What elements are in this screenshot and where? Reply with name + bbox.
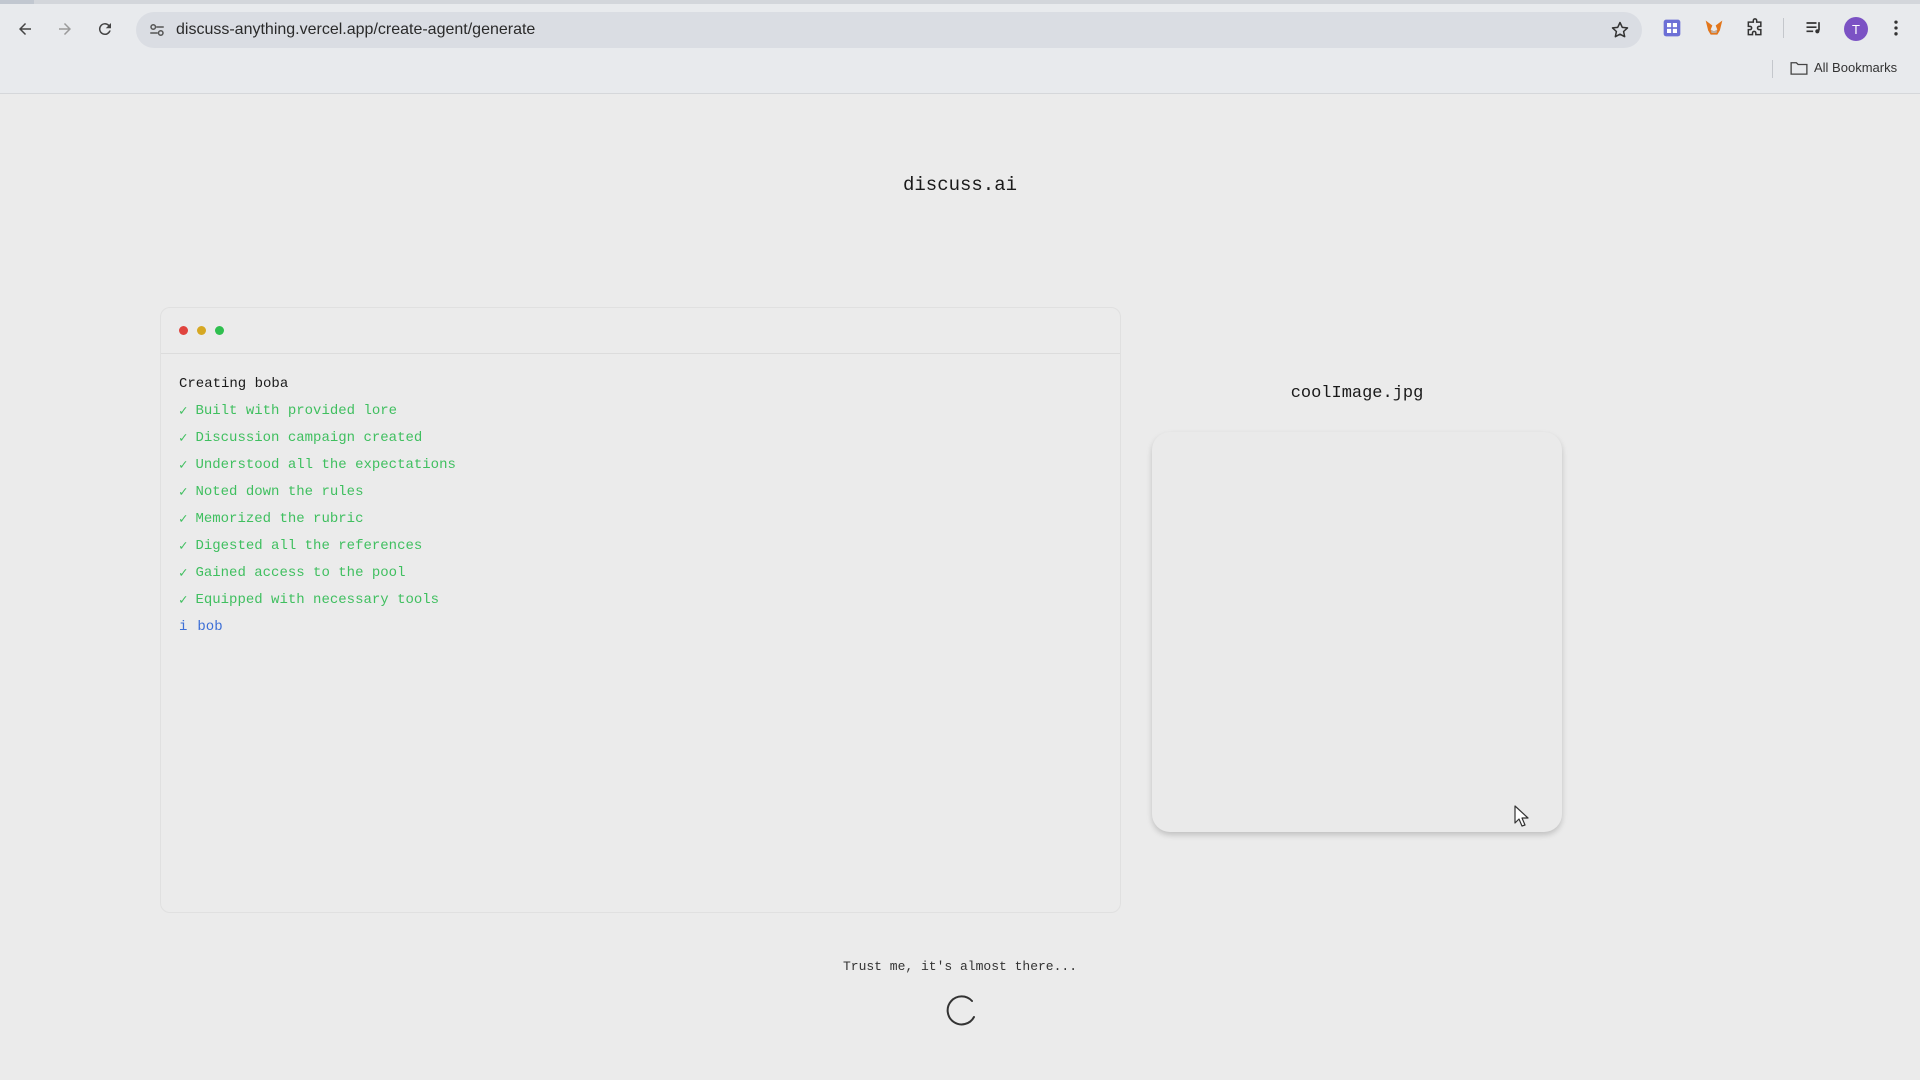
- browser-toolbar: discuss-anything.vercel.app/create-agent…: [0, 0, 1920, 94]
- info-text: bob: [197, 619, 223, 635]
- check-icon: ✓: [179, 593, 188, 609]
- steps-list: ✓ Built with provided lore ✓ Discussion cam…: [179, 403, 1102, 619]
- step-label: Understood all the expectations: [195, 457, 456, 473]
- browser-menu-icon[interactable]: [1884, 16, 1908, 40]
- extension-grid-icon[interactable]: [1660, 16, 1684, 40]
- folder-icon: [1790, 61, 1808, 75]
- address-bar[interactable]: discuss-anything.vercel.app/create-agent…: [136, 12, 1642, 48]
- image-preview-card: [1152, 432, 1562, 832]
- toolbar-divider: [1783, 18, 1784, 38]
- loading-spinner-icon: [946, 995, 975, 1026]
- yellow-dot-icon: [197, 326, 206, 335]
- step-item: ✓ Equipped with necessary tools: [179, 592, 1102, 619]
- forward-button[interactable]: [50, 14, 80, 44]
- terminal-title: Creating boba: [179, 376, 289, 392]
- step-item: ✓ Memorized the rubric: [179, 511, 1102, 538]
- terminal-header: [161, 308, 1120, 354]
- check-icon: ✓: [179, 566, 188, 582]
- media-control-icon[interactable]: [1802, 16, 1826, 40]
- arrow-left-icon: [19, 23, 31, 35]
- check-icon: ✓: [179, 485, 188, 501]
- step-label: Discussion campaign created: [195, 430, 423, 446]
- reload-button[interactable]: [90, 14, 120, 44]
- profile-avatar[interactable]: T: [1844, 17, 1868, 41]
- extensions-puzzle-icon[interactable]: [1743, 16, 1767, 40]
- site-settings-icon[interactable]: [148, 21, 166, 39]
- loading-bar: [0, 0, 1920, 4]
- check-icon: ✓: [179, 431, 188, 447]
- terminal-body: Creating boba ✓ Built with provided lore ✓…: [161, 354, 1120, 668]
- step-item: ✓ Understood all the expectations: [179, 457, 1102, 484]
- green-dot-icon: [215, 326, 224, 335]
- step-item: ✓ Built with provided lore: [179, 403, 1102, 430]
- all-bookmarks-button[interactable]: All Bookmarks: [1790, 60, 1897, 75]
- step-label: Memorized the rubric: [195, 511, 364, 527]
- step-label: Built with provided lore: [195, 403, 398, 419]
- reload-icon: [98, 23, 111, 36]
- info-icon: i: [179, 619, 188, 635]
- check-icon: ✓: [179, 539, 188, 555]
- step-item: ✓ Gained access to the pool: [179, 565, 1102, 592]
- bookmark-star-icon[interactable]: [1610, 20, 1630, 40]
- bookmarks-divider: [1772, 60, 1773, 78]
- mouse-cursor-icon: [1514, 805, 1529, 827]
- metamask-fox-icon[interactable]: [1702, 16, 1726, 40]
- image-caption: coolImage.jpg: [1290, 384, 1424, 403]
- step-label: Equipped with necessary tools: [195, 592, 440, 608]
- check-icon: ✓: [179, 458, 188, 474]
- step-item: ✓ Digested all the references: [179, 538, 1102, 565]
- check-icon: ✓: [179, 404, 188, 420]
- step-label: Gained access to the pool: [195, 565, 406, 581]
- back-button[interactable]: [10, 14, 40, 44]
- step-label: Digested all the references: [195, 538, 423, 554]
- info-line: i bob: [179, 619, 1102, 646]
- step-item: ✓ Discussion campaign created: [179, 430, 1102, 457]
- url-text[interactable]: discuss-anything.vercel.app/create-agent…: [176, 21, 535, 39]
- step-item: ✓ Noted down the rules: [179, 484, 1102, 511]
- arrow-right-icon: [59, 23, 71, 35]
- check-icon: ✓: [179, 512, 188, 528]
- all-bookmarks-label: All Bookmarks: [1814, 60, 1898, 75]
- red-dot-icon: [179, 326, 188, 335]
- status-text: Trust me, it's almost there...: [842, 959, 1078, 974]
- brand-title: discuss.ai: [902, 174, 1018, 196]
- step-label: Noted down the rules: [195, 484, 364, 500]
- progress-terminal: Creating boba ✓ Built with provided lore ✓…: [160, 307, 1121, 913]
